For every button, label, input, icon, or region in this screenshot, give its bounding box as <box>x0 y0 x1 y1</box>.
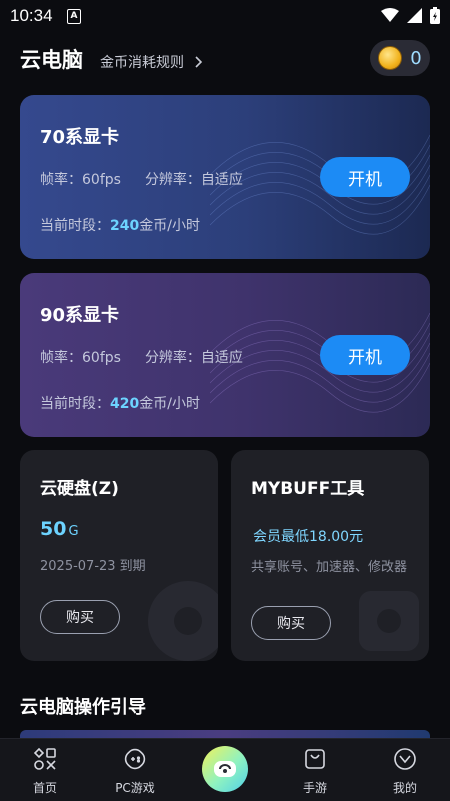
coin-rules-label: 金币消耗规则 <box>100 55 184 71</box>
gpu-fps: 帧率：60fps <box>40 350 121 366</box>
disk-size: 50 G <box>40 518 79 540</box>
price-amount: 240 <box>110 218 140 234</box>
nav-label: PC游戏 <box>115 781 155 795</box>
tool-title: MYBUFF工具 <box>251 479 365 499</box>
gpu-resolution: 分辨率：自适应 <box>144 172 243 188</box>
disk-decoration <box>148 581 218 661</box>
nav-item-profile[interactable]: 我的 <box>365 739 445 801</box>
coin-balance[interactable]: 0 <box>370 40 430 76</box>
page-header: 云电脑 金币消耗规则 0 <box>0 40 450 80</box>
guide-banner[interactable] <box>20 730 430 738</box>
gpu-name: 70系显卡 <box>40 127 120 148</box>
price-prefix: 当前时段： <box>40 218 110 234</box>
boot-button[interactable]: 开机 <box>320 157 410 197</box>
buy-tool-button[interactable]: 购买 <box>251 606 331 640</box>
mybuff-tool-card[interactable]: MYBUFF工具 会员最低18.00元 共享账号、加速器、修改器 购买 <box>231 450 429 661</box>
cloud-pc-center-button[interactable] <box>202 746 248 792</box>
disk-size-value: 50 <box>40 518 67 540</box>
price-suffix: 金币/小时 <box>139 396 200 412</box>
status-time: 10:34 <box>10 6 53 25</box>
coin-icon <box>378 46 403 70</box>
price-suffix: 金币/小时 <box>139 218 200 234</box>
gamepad-icon <box>124 748 146 770</box>
nav-item-mobile-games[interactable]: 手游 <box>275 739 355 801</box>
status-icons <box>381 7 440 24</box>
disk-title: 云硬盘(Z) <box>40 479 119 499</box>
gpu-specs: 帧率：60fps 分辨率：自适应 <box>40 347 243 367</box>
disk-expiry: 2025-07-23 到期 <box>40 559 146 574</box>
boot-button[interactable]: 开机 <box>320 335 410 375</box>
profile-icon <box>394 748 416 770</box>
gpu-card-70[interactable]: 70系显卡 帧率：60fps 分辨率：自适应 当前时段：240金币/小时 开机 <box>20 95 430 259</box>
gpu-specs: 帧率：60fps 分辨率：自适应 <box>40 169 243 189</box>
gpu-name: 90系显卡 <box>40 305 120 326</box>
buy-disk-button[interactable]: 购买 <box>40 600 120 634</box>
chevron-right-icon <box>195 56 203 68</box>
gpu-price: 当前时段：240金币/小时 <box>40 215 200 235</box>
nav-label: 首页 <box>32 781 57 795</box>
nav-label: 手游 <box>302 781 327 795</box>
gpu-card-90[interactable]: 90系显卡 帧率：60fps 分辨率：自适应 当前时段：420金币/小时 开机 <box>20 273 430 437</box>
status-bar: 10:34 A <box>0 0 450 32</box>
price-prefix: 当前时段： <box>40 396 110 412</box>
gpu-resolution: 分辨率：自适应 <box>144 350 243 366</box>
nav-label: 我的 <box>392 781 417 795</box>
a-notification-icon: A <box>67 9 81 24</box>
gpu-fps: 帧率：60fps <box>40 172 121 188</box>
tool-price: 会员最低18.00元 <box>253 529 364 545</box>
disk-size-unit: G <box>68 524 79 539</box>
signal-icon <box>407 8 422 23</box>
gpu-price: 当前时段：420金币/小时 <box>40 393 200 413</box>
coin-rules-link[interactable]: 金币消耗规则 <box>100 52 204 72</box>
price-amount: 420 <box>110 396 140 412</box>
wifi-icon <box>381 8 399 22</box>
shopping-bag-icon <box>305 749 325 769</box>
battery-icon <box>430 7 440 24</box>
nav-item-pc-games[interactable]: PC游戏 <box>95 739 175 801</box>
tool-description: 共享账号、加速器、修改器 <box>251 560 408 575</box>
home-grid-icon <box>33 747 56 770</box>
page-title: 云电脑 <box>20 48 83 72</box>
guide-section-title: 云电脑操作引导 <box>20 697 146 718</box>
nav-item-home[interactable]: 首页 <box>5 739 85 801</box>
coin-count: 0 <box>410 47 422 69</box>
cloud-pc-icon <box>214 761 236 777</box>
cloud-disk-card[interactable]: 云硬盘(Z) 50 G 2025-07-23 到期 购买 <box>20 450 218 661</box>
